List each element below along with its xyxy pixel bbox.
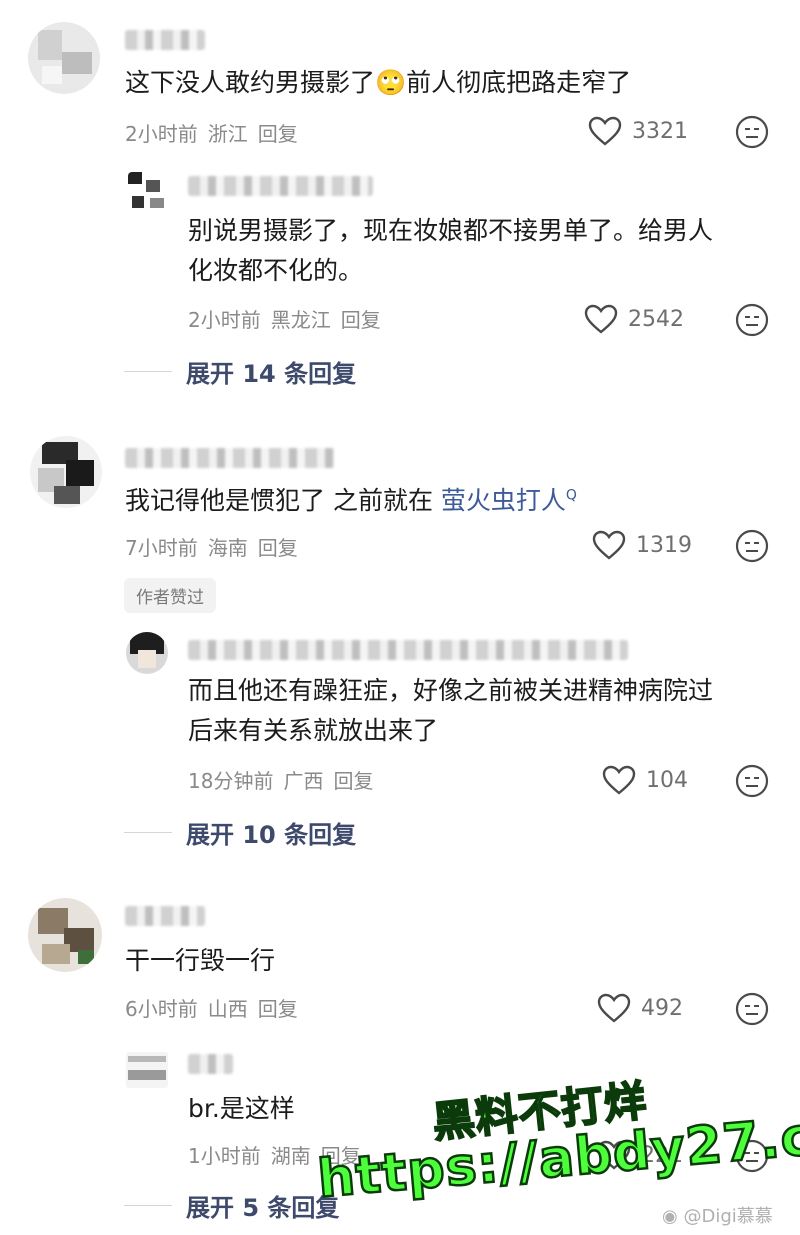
comment-text: 我记得他是惯犯了 之前就在 萤火虫打人Q bbox=[125, 482, 577, 520]
reply-text: br.是这样 bbox=[188, 1094, 295, 1123]
search-icon[interactable]: Q bbox=[566, 488, 577, 504]
username-blurred[interactable] bbox=[188, 640, 628, 660]
like-button[interactable]: 104 bbox=[602, 765, 688, 795]
divider bbox=[124, 832, 172, 833]
comment-meta: 6小时前 山西 回复 bbox=[125, 993, 308, 1022]
avatar[interactable] bbox=[30, 436, 102, 508]
dislike-button[interactable] bbox=[735, 764, 769, 802]
reply-button[interactable]: 回复 bbox=[341, 308, 381, 332]
reply-text: 而且他还有躁狂症，好像之前被关进精神病院过 bbox=[188, 676, 714, 705]
expand-replies-label: 展开 5 条回复 bbox=[186, 1194, 340, 1222]
comment-time: 7小时前 bbox=[125, 536, 198, 560]
unamused-face-icon bbox=[735, 303, 769, 337]
like-count: 104 bbox=[646, 767, 688, 793]
like-count: 3321 bbox=[632, 118, 688, 144]
reply-time: 1小时前 bbox=[188, 1144, 261, 1168]
comment-text: 这下没人敢约男摄影了🙄前人彻底把路走窄了 bbox=[125, 68, 632, 97]
heart-icon bbox=[602, 765, 636, 795]
comment-text-main: 我记得他是惯犯了 之前就在 bbox=[125, 486, 441, 515]
reply-text: 别说男摄影了，现在妆娘都不接男单了。给男人 bbox=[188, 216, 714, 245]
weibo-icon: ◉ bbox=[662, 1206, 678, 1227]
reply-text: 化妆都不化的。 bbox=[188, 256, 364, 285]
username-blurred[interactable] bbox=[125, 906, 205, 926]
expand-replies-label: 展开 10 条回复 bbox=[186, 821, 357, 849]
like-button[interactable]: 2542 bbox=[584, 304, 684, 334]
unamused-face-icon bbox=[735, 115, 769, 149]
reply-button[interactable]: 回复 bbox=[258, 536, 298, 560]
heart-icon bbox=[597, 993, 631, 1023]
expand-replies-label: 展开 14 条回复 bbox=[186, 360, 357, 388]
reply-time: 18分钟前 bbox=[188, 769, 274, 793]
dislike-button[interactable] bbox=[735, 115, 769, 153]
reply-button[interactable]: 回复 bbox=[333, 769, 373, 793]
like-count: 492 bbox=[641, 995, 683, 1021]
reply-text: 后来有关系就放出来了 bbox=[188, 716, 439, 745]
unamused-face-icon bbox=[735, 992, 769, 1026]
comment-location: 海南 bbox=[207, 536, 248, 560]
comment-meta: 7小时前 海南 回复 bbox=[125, 532, 308, 561]
heart-icon bbox=[592, 530, 626, 560]
comment-text: 干一行毁一行 bbox=[125, 946, 276, 975]
expand-replies-button[interactable]: 展开 10 条回复 bbox=[124, 815, 356, 850]
unamused-face-icon bbox=[735, 764, 769, 798]
like-button[interactable]: 492 bbox=[597, 993, 683, 1023]
divider bbox=[124, 371, 172, 372]
reply-location: 湖南 bbox=[270, 1144, 311, 1168]
dislike-button[interactable] bbox=[735, 529, 769, 567]
username-blurred[interactable] bbox=[125, 30, 205, 50]
comment-meta: 2小时前 浙江 回复 bbox=[125, 118, 308, 147]
reply-button[interactable]: 回复 bbox=[258, 122, 298, 146]
avatar[interactable] bbox=[128, 172, 168, 212]
like-count: 1319 bbox=[636, 532, 692, 558]
comment-time: 6小时前 bbox=[125, 997, 198, 1021]
unamused-face-icon bbox=[735, 529, 769, 563]
heart-icon bbox=[588, 116, 622, 146]
reply-location: 黑龙江 bbox=[270, 308, 331, 332]
expand-replies-button[interactable]: 展开 5 条回复 bbox=[124, 1188, 339, 1223]
reply-meta: 18分钟前 广西 回复 bbox=[188, 765, 383, 794]
username-blurred[interactable] bbox=[188, 176, 373, 196]
username-blurred[interactable] bbox=[125, 448, 335, 468]
comment-location: 浙江 bbox=[207, 122, 248, 146]
reply-meta: 2小时前 黑龙江 回复 bbox=[188, 304, 391, 333]
avatar[interactable] bbox=[28, 898, 102, 972]
reply-button[interactable]: 回复 bbox=[258, 997, 298, 1021]
weibo-watermark: ◉ @Digi慕慕 bbox=[662, 1202, 773, 1228]
username-blurred[interactable] bbox=[188, 1054, 233, 1074]
weibo-handle: @Digi慕慕 bbox=[683, 1206, 773, 1227]
search-link[interactable]: 萤火虫打人 bbox=[441, 486, 566, 515]
like-button[interactable]: 1319 bbox=[592, 530, 692, 560]
dislike-button[interactable] bbox=[735, 303, 769, 341]
heart-icon bbox=[584, 304, 618, 334]
like-count: 2542 bbox=[628, 306, 684, 332]
avatar[interactable] bbox=[126, 632, 168, 674]
divider bbox=[124, 1205, 172, 1206]
reply-location: 广西 bbox=[283, 769, 324, 793]
author-liked-badge: 作者赞过 bbox=[124, 578, 216, 613]
comment-time: 2小时前 bbox=[125, 122, 198, 146]
reply-time: 2小时前 bbox=[188, 308, 261, 332]
dislike-button[interactable] bbox=[735, 992, 769, 1030]
expand-replies-button[interactable]: 展开 14 条回复 bbox=[124, 354, 356, 389]
avatar[interactable] bbox=[28, 22, 100, 94]
like-button[interactable]: 3321 bbox=[588, 116, 688, 146]
avatar[interactable] bbox=[126, 1052, 168, 1088]
comment-location: 山西 bbox=[207, 997, 248, 1021]
